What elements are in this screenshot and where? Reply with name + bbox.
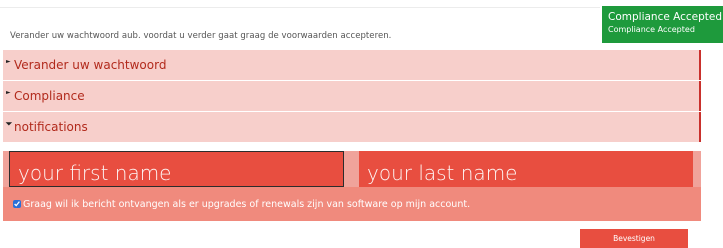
confirm-button[interactable]: Bevestigen <box>580 229 688 248</box>
first-name-input[interactable] <box>9 151 344 187</box>
consent-label[interactable]: Graag wil ik bericht ontvangen als er up… <box>23 199 470 210</box>
section-label: Verander uw wachtwoord <box>14 58 167 72</box>
section-label: Compliance <box>14 89 85 103</box>
section-label: notifications <box>14 120 88 134</box>
toast-title: Compliance Accepted <box>608 11 723 23</box>
section-change-password[interactable]: ► Verander uw wachtwoord <box>3 50 701 80</box>
consent-row: Graag wil ik bericht ontvangen als er up… <box>3 187 701 221</box>
name-fields-row <box>3 151 701 187</box>
caret-right-icon: ► <box>6 57 11 65</box>
top-divider <box>0 7 600 8</box>
consent-checkbox[interactable] <box>13 200 21 208</box>
intro-text: Verander uw wachtwoord aub. voordat u ve… <box>10 31 392 41</box>
toast-message: Compliance Accepted <box>608 25 695 34</box>
notification-toast[interactable]: Compliance Accepted Compliance Accepted <box>602 6 723 43</box>
last-name-input[interactable] <box>359 151 693 187</box>
section-notifications[interactable]: ◢ notifications <box>3 112 701 142</box>
section-compliance[interactable]: ► Compliance <box>3 81 701 111</box>
caret-right-icon: ► <box>6 88 11 96</box>
